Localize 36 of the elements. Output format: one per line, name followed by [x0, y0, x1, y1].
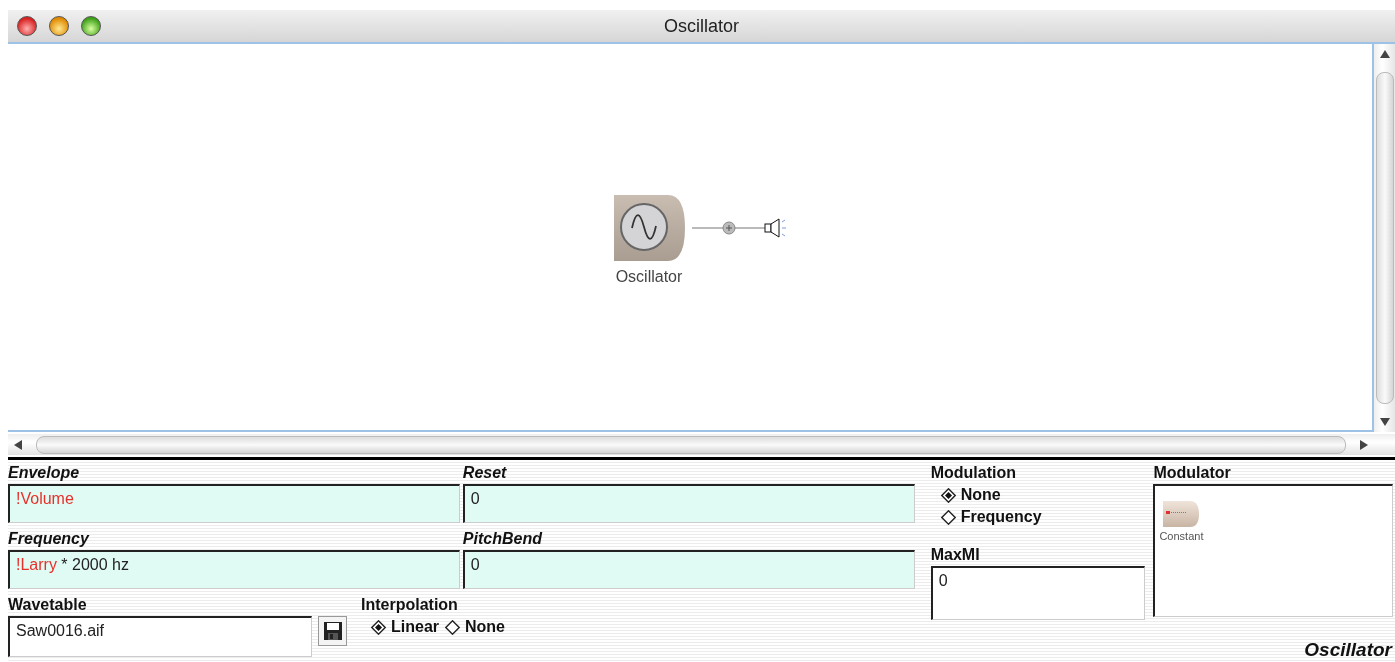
module-label: Oscillator	[615, 268, 683, 286]
oscillator-module-icon[interactable]	[612, 194, 686, 262]
input-field[interactable]: Saw0016.aif	[8, 616, 312, 657]
input-field[interactable]: !Larry * 2000 hz	[8, 550, 460, 589]
radio-option[interactable]: None	[940, 486, 1146, 504]
module-name: Oscillator	[1304, 639, 1392, 661]
scroll-thumb[interactable]	[1375, 72, 1394, 404]
field-label: MaxMI	[930, 546, 981, 564]
field-label: Wavetable	[8, 596, 88, 614]
radio-option[interactable]: None	[445, 618, 505, 636]
input-field[interactable]: 0	[930, 566, 1146, 620]
field-label: Modulator	[1153, 464, 1232, 482]
radio-option[interactable]: Linear	[371, 618, 439, 636]
field-label: Envelope	[8, 464, 81, 482]
zoom-button[interactable]	[81, 16, 101, 36]
field-label: PitchBend	[462, 530, 544, 548]
minimize-button[interactable]	[49, 16, 69, 36]
scroll-down-icon[interactable]	[1379, 418, 1390, 426]
input-field[interactable]: 0	[462, 484, 915, 523]
input-field[interactable]: 0	[462, 550, 915, 589]
modulator-box[interactable]: Constant	[1153, 484, 1393, 617]
window-title: Oscillator	[664, 15, 739, 37]
scroll-left-icon[interactable]	[14, 439, 22, 450]
close-button[interactable]	[17, 16, 37, 36]
scroll-up-icon[interactable]	[1379, 50, 1390, 58]
input-field[interactable]: !Volume	[8, 484, 460, 523]
module-label: Constant	[1159, 530, 1204, 542]
field-label: Modulation	[930, 464, 1017, 482]
field-label: Interpolation	[361, 596, 459, 614]
radio-option[interactable]: Frequency	[940, 508, 1146, 526]
field-label: Reset	[462, 464, 508, 482]
save-button[interactable]	[318, 616, 347, 646]
field-label: Frequency	[8, 530, 91, 548]
speaker-icon[interactable]	[764, 218, 787, 238]
scroll-right-icon[interactable]	[1360, 439, 1368, 450]
vertical-scrollbar[interactable]	[1374, 44, 1395, 432]
